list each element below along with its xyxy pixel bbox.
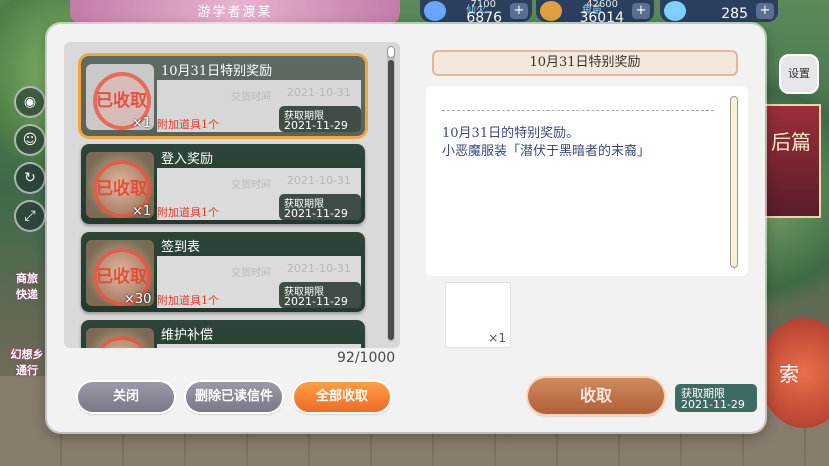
mail-title: 签到表: [161, 240, 201, 255]
add-resource-button[interactable]: +: [756, 3, 774, 19]
reward-thumbnail: 已收取 ×1: [86, 152, 154, 219]
mail-title: 维护补偿: [161, 328, 214, 343]
detail-scrollbar[interactable]: [730, 96, 738, 268]
resource-bar-1: 仙火 7100 6876 +: [420, 0, 532, 26]
delivery-badge-sub: 快递: [16, 288, 38, 301]
detail-content-box: 10月31日的特别奖励。 小恶魔服装「潜伏于黑暗者的末裔」: [426, 86, 748, 276]
detail-title: 10月31日特别奖励: [432, 50, 738, 76]
settings-button[interactable]: 设置: [779, 54, 819, 94]
scroll-thumb[interactable]: [387, 46, 395, 58]
resource-bar-3: 285 +: [660, 0, 778, 22]
sent-date: 2021-10-31: [287, 86, 351, 99]
left-toolbar: ◉ ☺ ↻ ⤢: [14, 86, 50, 238]
mail-count: 92/1000: [337, 350, 396, 366]
deadline-badge: 获取期限 2021-11-29: [279, 282, 361, 308]
add-resource-button[interactable]: +: [632, 3, 650, 19]
mail-list-scrollbar[interactable]: [387, 46, 395, 342]
delete-read-button[interactable]: 删除已读信件: [186, 382, 282, 412]
character-icon[interactable]: ☺: [14, 124, 46, 156]
mail-list-panel: 已收取 ×1 10月31日特别奖励 交货时间 2021-10-31 附加道具1个…: [64, 42, 400, 348]
mail-item[interactable]: 已收取 ×1 登入奖励 交货时间 2021-10-31 附加道具1个 获取期限 …: [81, 144, 365, 224]
sent-date: 2021-10-31: [287, 262, 351, 275]
deadline-date: 2021-11-29: [284, 119, 348, 132]
collected-stamp: [93, 336, 151, 348]
resource-cap: 42600: [586, 0, 618, 10]
deadline-date: 2021-11-29: [284, 207, 348, 220]
pass-badge-sub: 通行: [16, 364, 38, 377]
reward-thumbnail: 已收取 ×30: [86, 240, 154, 307]
deadline-badge: 获取期限 2021-11-29: [279, 106, 361, 132]
player-name: 游学者渡某: [197, 5, 273, 20]
attachment-count: 附加道具1个: [157, 206, 219, 219]
explore-button-label: 索: [779, 362, 799, 386]
resource-cap: 7100: [470, 0, 496, 10]
reward-thumbnail: 已收取 ×1: [86, 64, 154, 131]
delivery-badge[interactable]: 商旅 快递: [2, 270, 52, 302]
mail-item[interactable]: 维护补偿: [81, 320, 365, 348]
deadline-date: 2021-11-29: [284, 295, 348, 308]
collected-stamp-label: 已收取: [96, 267, 147, 287]
collect-deadline-badge: 获取期限 2021-11-29: [675, 384, 757, 412]
sent-date: 2021-10-31: [287, 174, 351, 187]
mail-dialog: 已收取 ×1 10月31日特别奖励 交货时间 2021-10-31 附加道具1个…: [47, 24, 765, 432]
collected-stamp-label: 已收取: [96, 91, 147, 111]
event-poster-text: 后篇: [771, 130, 811, 154]
scroll-track: [388, 60, 394, 340]
pass-badge[interactable]: 幻想乡 通行: [2, 346, 52, 378]
mail-title: 登入奖励: [161, 152, 214, 167]
collect-deadline-date: 2021-11-29: [681, 398, 745, 411]
reward-quantity: ×1: [488, 331, 506, 345]
mail-item[interactable]: 已收取 ×1 10月31日特别奖励 交货时间 2021-10-31 附加道具1个…: [81, 56, 365, 136]
attachment-count: 附加道具1个: [157, 294, 219, 307]
sent-time-label: 交货时间: [231, 180, 271, 191]
resource-bar-2: 鱼苗 42600 36014 +: [536, 0, 654, 26]
item-quantity: ×1: [132, 204, 152, 219]
attachment-count: 附加道具1个: [157, 118, 219, 131]
mail-item[interactable]: 已收取 ×30 签到表 交货时间 2021-10-31 附加道具1个 获取期限 …: [81, 232, 365, 312]
sent-time-label: 交货时间: [231, 268, 271, 279]
detail-text-line: 小恶魔服装「潜伏于黑暗者的末裔」: [442, 144, 651, 159]
crystal-icon: [424, 1, 446, 21]
add-resource-button[interactable]: +: [510, 3, 528, 19]
item-quantity: ×1: [132, 116, 152, 131]
refresh-icon[interactable]: ↻: [14, 162, 46, 194]
reward-item-slot[interactable]: ×1: [445, 282, 511, 348]
player-name-banner: 游学者渡某: [70, 0, 400, 26]
mail-title: 10月31日特别奖励: [161, 64, 273, 79]
pass-badge-title: 幻想乡: [10, 348, 44, 361]
event-poster[interactable]: 后篇: [763, 104, 821, 218]
item-quantity: ×30: [124, 292, 152, 307]
collect-all-button[interactable]: 全部收取: [294, 382, 390, 412]
deadline-badge: 获取期限 2021-11-29: [279, 194, 361, 220]
gem-icon: [664, 1, 686, 21]
mail-body: [157, 344, 361, 348]
divider: [442, 110, 714, 111]
detail-text-line: 10月31日的特别奖励。: [442, 126, 580, 141]
expand-icon[interactable]: ⤢: [14, 200, 46, 232]
eye-icon[interactable]: ◉: [14, 86, 46, 118]
close-button[interactable]: 关闭: [78, 382, 174, 412]
delivery-badge-title: 商旅: [16, 272, 38, 285]
fox-icon: [540, 1, 562, 21]
collect-button[interactable]: 收取: [528, 378, 664, 414]
resource-value: 285: [721, 6, 748, 22]
collected-stamp-label: 已收取: [96, 179, 147, 199]
sent-time-label: 交货时间: [231, 92, 271, 103]
reward-thumbnail: [86, 328, 154, 348]
